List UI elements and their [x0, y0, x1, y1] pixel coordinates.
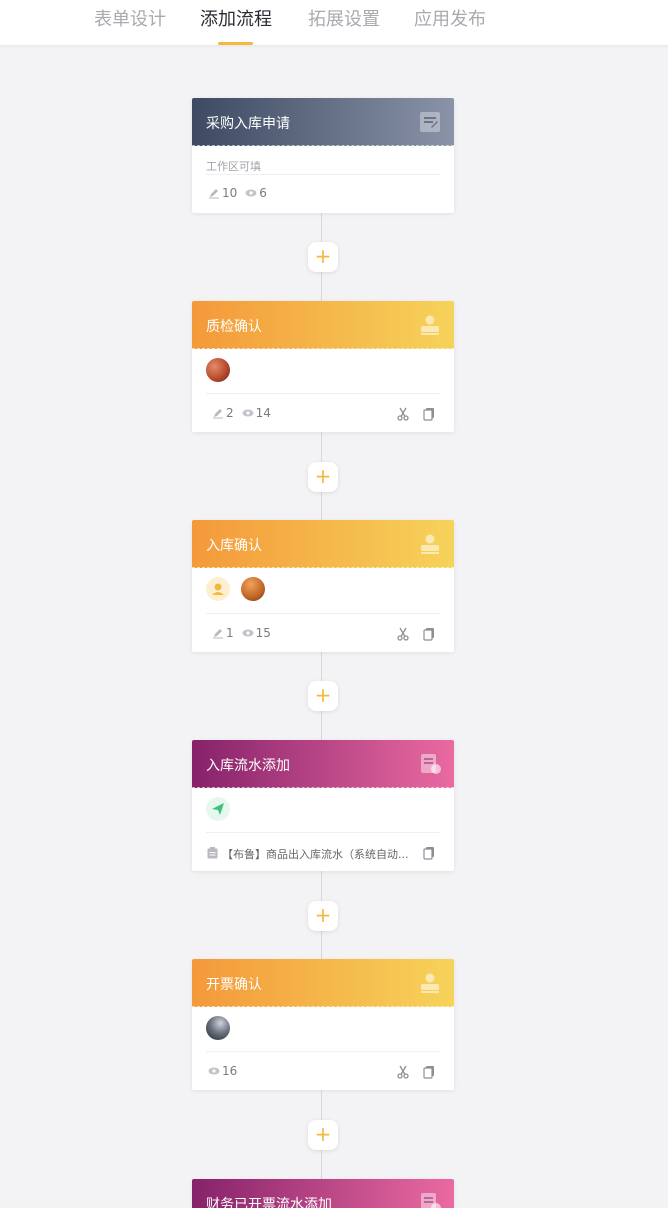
node-header: 采购入库申请 — [192, 98, 454, 146]
clipboard-icon — [207, 847, 218, 859]
approver-icon — [421, 534, 439, 554]
form-icon — [420, 112, 440, 132]
process-node-stock-flow-add[interactable]: 入库流水添加 【布鲁】商品出入库流水（系统自动... — [192, 740, 454, 871]
copy-icon[interactable] — [422, 407, 436, 421]
avatar — [206, 358, 230, 382]
edit-count: 1 — [226, 626, 234, 640]
node-title: 采购入库申请 — [206, 116, 290, 132]
process-node-invoice-confirm[interactable]: 开票确认 16 — [192, 959, 454, 1090]
node-actions — [396, 1065, 436, 1079]
add-node-button[interactable]: + — [308, 1120, 338, 1150]
approver-icon — [421, 315, 439, 335]
send-avatar — [206, 797, 230, 821]
data-add-icon — [421, 754, 441, 774]
process-node-stock-in-confirm[interactable]: 入库确认 1 15 — [192, 520, 454, 652]
node-title: 入库流水添加 — [206, 758, 290, 774]
node-actions — [396, 627, 436, 641]
copy-icon[interactable] — [422, 627, 436, 641]
divider — [206, 613, 440, 614]
node-header: 财务已开票流水添加 — [192, 1179, 454, 1208]
view-count: 14 — [255, 406, 271, 420]
view-count: 15 — [255, 626, 271, 640]
top-tab-bar: 表单设计 添加流程 拓展设置 应用发布 — [0, 0, 668, 45]
node-stats: 16 — [208, 1064, 245, 1078]
node-header: 入库流水添加 — [192, 740, 454, 788]
tab-extension-settings[interactable]: 拓展设置 — [308, 5, 380, 31]
edit-count: 10 — [222, 186, 238, 200]
add-node-button[interactable]: + — [308, 681, 338, 711]
node-header: 质检确认 — [192, 301, 454, 349]
tab-add-process[interactable]: 添加流程 — [200, 5, 272, 31]
avatar — [241, 577, 265, 601]
edit-count: 2 — [226, 406, 234, 420]
process-node-quality-check[interactable]: 质检确认 2 14 — [192, 301, 454, 432]
node-placeholder-text: 工作区可填 — [206, 160, 261, 173]
scissors-icon[interactable] — [396, 407, 410, 421]
copy-icon[interactable] — [422, 1065, 436, 1079]
divider — [206, 393, 440, 394]
pencil-icon — [213, 629, 223, 639]
divider — [206, 1051, 440, 1052]
node-title: 质检确认 — [206, 319, 262, 335]
node-header: 入库确认 — [192, 520, 454, 568]
eye-icon — [208, 1067, 220, 1075]
eye-icon — [242, 629, 254, 637]
node-title: 财务已开票流水添加 — [206, 1197, 332, 1208]
scissors-icon[interactable] — [396, 627, 410, 641]
process-node-finance-invoice-flow-add[interactable]: 财务已开票流水添加 — [192, 1179, 454, 1208]
node-stats: 1 15 — [212, 626, 279, 640]
avatar — [206, 1016, 230, 1040]
user-avatar — [206, 577, 230, 601]
pencil-icon — [209, 189, 219, 199]
tab-app-publish[interactable]: 应用发布 — [414, 5, 486, 31]
active-tab-indicator — [218, 42, 253, 45]
divider — [206, 832, 440, 833]
add-node-button[interactable]: + — [308, 242, 338, 272]
view-count: 16 — [222, 1064, 238, 1078]
divider — [206, 174, 440, 175]
linked-form-name: 【布鲁】商品出入库流水（系统自动... — [222, 848, 409, 861]
add-node-button[interactable]: + — [308, 901, 338, 931]
scissors-icon[interactable] — [396, 1065, 410, 1079]
eye-icon — [242, 409, 254, 417]
node-title: 入库确认 — [206, 538, 262, 554]
node-title: 开票确认 — [206, 977, 262, 993]
pencil-icon — [213, 409, 223, 419]
node-actions — [396, 407, 436, 421]
node-actions — [422, 846, 436, 860]
eye-icon — [245, 189, 257, 197]
tab-form-design[interactable]: 表单设计 — [94, 5, 166, 31]
user-icon — [212, 583, 224, 595]
approver-icon — [421, 973, 439, 993]
copy-icon[interactable] — [422, 846, 436, 860]
add-node-button[interactable]: + — [308, 462, 338, 492]
data-add-icon — [421, 1193, 441, 1208]
process-node-purchase-request[interactable]: 采购入库申请 工作区可填 10 6 — [192, 98, 454, 213]
send-icon — [212, 803, 224, 815]
node-header: 开票确认 — [192, 959, 454, 1007]
node-stats: 10 6 — [208, 186, 275, 200]
view-count: 6 — [259, 186, 267, 200]
node-stats: 2 14 — [212, 406, 279, 420]
